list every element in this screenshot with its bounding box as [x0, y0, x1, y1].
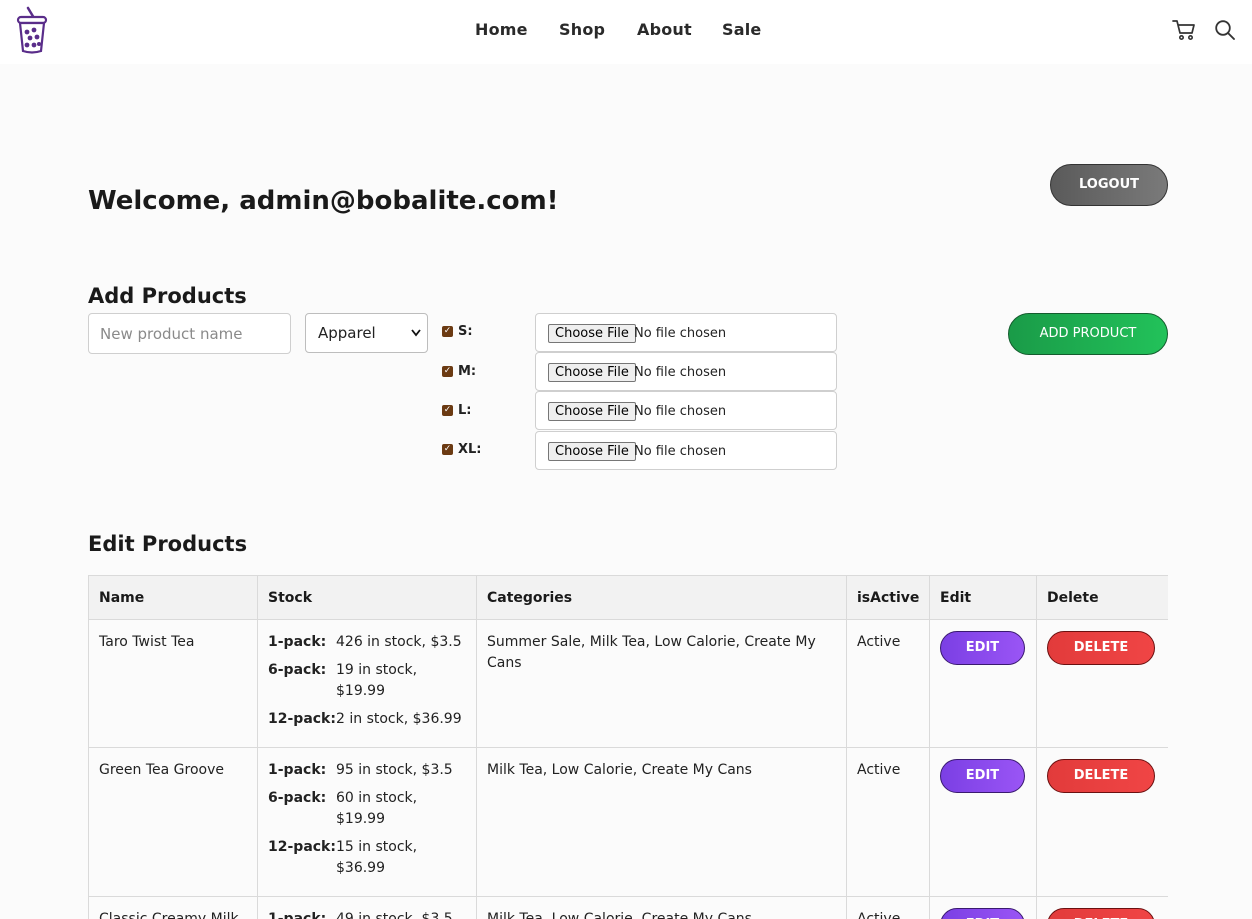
add-products-heading: Add Products	[88, 284, 247, 308]
product-stock: 1-pack: 49 in stock, $3.5	[257, 896, 477, 919]
cart-icon[interactable]	[1172, 19, 1196, 41]
file-status: No file chosen	[634, 444, 727, 459]
choose-file-button[interactable]: Choose File	[548, 324, 636, 343]
stock-pack-label: 6-pack:	[268, 790, 327, 806]
delete-button[interactable]: DELETE	[1047, 631, 1155, 665]
file-status: No file chosen	[634, 365, 727, 380]
product-categories: Milk Tea, Low Calorie, Create My Cans	[476, 896, 847, 919]
size-s-checkbox[interactable]: ✓	[442, 326, 453, 337]
nav-sale-link[interactable]: Sale	[722, 20, 761, 39]
nav-home-link[interactable]: Home	[475, 20, 528, 39]
column-header-isactive: isActive	[846, 575, 930, 620]
stock-pack-label: 6-pack:	[268, 662, 327, 678]
edit-button[interactable]: EDIT	[940, 631, 1025, 665]
product-stock: 1-pack: 95 in stock, $3.5 6-pack: 60 in st…	[257, 747, 477, 897]
stock-pack-value: 49 in stock, $3.5	[336, 911, 453, 919]
choose-file-button[interactable]: Choose File	[548, 363, 636, 382]
table-row: Green Tea Groove 1-pack: 95 in stock, $3.…	[88, 747, 1168, 897]
column-header-categories: Categories	[476, 575, 847, 620]
stock-pack-label: 1-pack:	[268, 911, 327, 919]
stock-pack-value: 2 in stock, $36.99	[336, 711, 462, 727]
product-name: Green Tea Groove	[88, 747, 258, 897]
product-active-status: Active	[846, 619, 930, 748]
file-status: No file chosen	[634, 326, 727, 341]
column-header-delete: Delete	[1036, 575, 1168, 620]
column-header-edit: Edit	[929, 575, 1037, 620]
site-header: Home Shop About Sale	[0, 0, 1252, 64]
choose-file-button[interactable]: Choose File	[548, 402, 636, 421]
product-stock: 1-pack: 426 in stock, $3.5 6-pack: 19 in s…	[257, 619, 477, 748]
edit-products-heading: Edit Products	[88, 532, 248, 556]
add-product-button[interactable]: ADD PRODUCT	[1008, 313, 1168, 355]
stock-pack-value: 95 in stock, $3.5	[336, 762, 453, 778]
edit-button[interactable]: EDIT	[940, 759, 1025, 793]
logout-button[interactable]: LOGOUT	[1050, 164, 1168, 206]
file-status: No file chosen	[634, 404, 727, 419]
size-m-file-input: Choose File No file chosen	[535, 352, 837, 391]
stock-pack-value: 426 in stock, $3.5	[336, 634, 462, 650]
size-xl-label: XL:	[458, 442, 482, 457]
size-l-checkbox[interactable]: ✓	[442, 405, 453, 416]
chevron-down-icon	[411, 314, 421, 368]
products-table-container: Name Stock Categories isActive Edit Dele…	[88, 575, 1168, 919]
product-name: Classic Creamy Milk	[88, 896, 258, 919]
edit-button[interactable]: EDIT	[940, 908, 1025, 919]
size-s-file-input: Choose File No file chosen	[535, 313, 837, 352]
table-header-row: Name Stock Categories isActive Edit Dele…	[88, 575, 1168, 620]
edit-cell: EDIT	[929, 747, 1037, 897]
stock-pack-label: 1-pack:	[268, 762, 327, 778]
stock-pack-label: 12-pack:	[268, 839, 336, 855]
category-select[interactable]: Apparel	[305, 313, 428, 353]
delete-cell: DELETE	[1036, 896, 1168, 919]
delete-button[interactable]: DELETE	[1047, 908, 1155, 919]
nav-about-link[interactable]: About	[637, 20, 692, 39]
stock-pack-value: 60 in stock, $19.99	[336, 790, 418, 827]
delete-cell: DELETE	[1036, 619, 1168, 748]
table-row: Classic Creamy Milk 1-pack: 49 in stock, …	[88, 896, 1168, 919]
welcome-heading: Welcome, admin@bobalite.com!	[88, 186, 559, 216]
size-xl-file-input: Choose File No file chosen	[535, 431, 837, 470]
size-l-label: L:	[458, 403, 472, 418]
edit-cell: EDIT	[929, 896, 1037, 919]
product-categories: Milk Tea, Low Calorie, Create My Cans	[476, 747, 847, 897]
table-row: Taro Twist Tea 1-pack: 426 in stock, $3.5…	[88, 619, 1168, 748]
main-nav: Home Shop About Sale	[0, 20, 1252, 44]
search-icon[interactable]	[1214, 19, 1236, 41]
size-l-file-input: Choose File No file chosen	[535, 391, 837, 430]
category-select-value: Apparel	[318, 324, 376, 342]
size-m-label: M:	[458, 364, 477, 379]
product-active-status: Active	[846, 896, 930, 919]
delete-cell: DELETE	[1036, 747, 1168, 897]
size-xl-checkbox[interactable]: ✓	[442, 444, 453, 455]
stock-pack-value: 15 in stock, $36.99	[336, 839, 418, 876]
size-m-checkbox[interactable]: ✓	[442, 366, 453, 377]
product-name-input[interactable]	[88, 313, 291, 354]
product-name: Taro Twist Tea	[88, 619, 258, 748]
size-s-label: S:	[458, 324, 473, 339]
nav-shop-link[interactable]: Shop	[559, 20, 605, 39]
product-categories: Summer Sale, Milk Tea, Low Calorie, Crea…	[476, 619, 847, 748]
choose-file-button[interactable]: Choose File	[548, 442, 636, 461]
delete-button[interactable]: DELETE	[1047, 759, 1155, 793]
edit-cell: EDIT	[929, 619, 1037, 748]
column-header-name: Name	[88, 575, 258, 620]
page: Home Shop About Sale Welcome, admin@boba…	[0, 0, 1252, 919]
stock-pack-label: 12-pack:	[268, 711, 336, 727]
stock-pack-value: 19 in stock, $19.99	[336, 662, 418, 699]
product-active-status: Active	[846, 747, 930, 897]
stock-pack-label: 1-pack:	[268, 634, 327, 650]
column-header-stock: Stock	[257, 575, 477, 620]
products-table: Name Stock Categories isActive Edit Dele…	[88, 575, 1168, 919]
